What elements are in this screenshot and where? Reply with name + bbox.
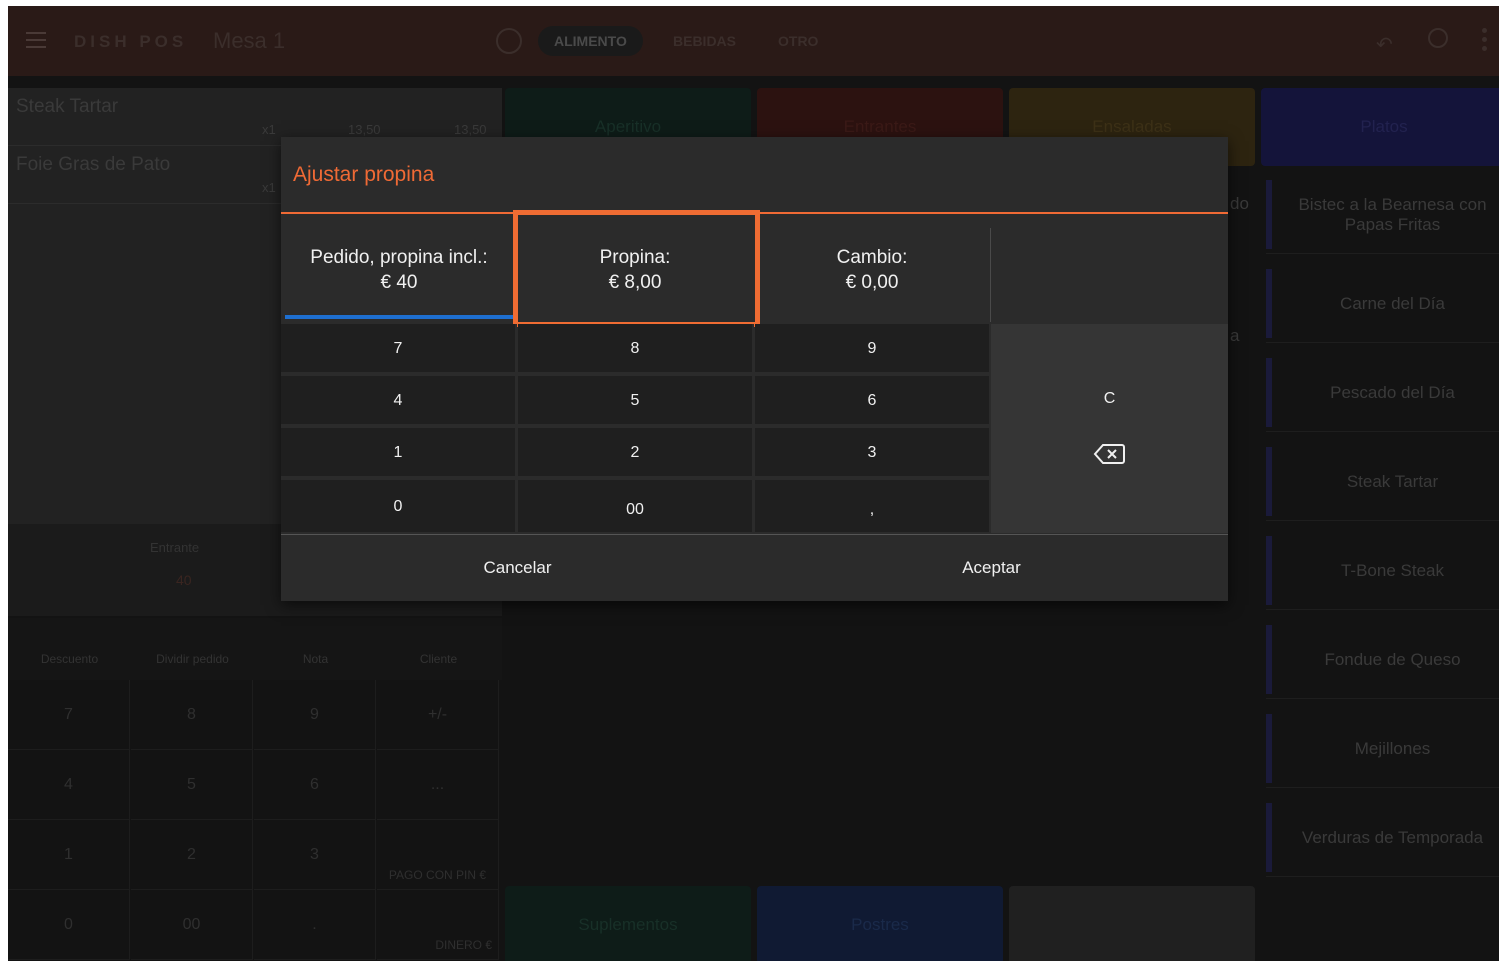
adjust-tip-dialog: Ajustar propina Pedido, propina incl.: €… xyxy=(281,137,1228,601)
customer-button[interactable]: Cliente xyxy=(377,652,500,666)
partial-text: do xyxy=(1230,194,1249,213)
top-bar: DISH POS Mesa 1 ALIMENTO BEBIDAS OTRO ↶ xyxy=(8,6,1499,76)
bg-key[interactable]: 7 xyxy=(8,680,130,750)
tab-alimento[interactable]: ALIMENTO xyxy=(538,26,643,56)
bg-key[interactable]: 0 xyxy=(8,890,130,960)
bg-key[interactable]: 00 xyxy=(131,890,253,960)
keypad-1[interactable]: 1 xyxy=(281,428,517,478)
summary-divider xyxy=(990,228,991,322)
order-total-label: Pedido, propina incl.: xyxy=(310,247,488,268)
tip-highlight-box xyxy=(513,210,760,327)
category-postres[interactable]: Postres xyxy=(757,886,1003,961)
bg-key[interactable]: 4 xyxy=(8,750,130,820)
discount-button[interactable]: Descuento xyxy=(8,652,131,666)
note-button[interactable]: Nota xyxy=(254,652,377,666)
undo-icon[interactable]: ↶ xyxy=(1376,32,1393,57)
bg-key[interactable]: 5 xyxy=(131,750,253,820)
summary-label: Entrante xyxy=(150,540,200,555)
category-platos[interactable]: Platos xyxy=(1261,88,1499,166)
change-label: Cambio: xyxy=(836,247,908,268)
keypad-6[interactable]: 6 xyxy=(755,376,991,426)
order-actions: Descuento Dividir pedido Nota Cliente xyxy=(8,618,502,680)
product-item[interactable]: Bistec a la Bearnesa con Papas Fritas xyxy=(1266,176,1499,254)
tab-otro[interactable]: OTRO xyxy=(778,26,818,56)
keypad-9[interactable]: 9 xyxy=(755,324,991,374)
keypad-7[interactable]: 7 xyxy=(281,324,517,374)
menu-icon[interactable] xyxy=(26,32,46,48)
bg-key[interactable]: 6 xyxy=(254,750,376,820)
pay-pin-button[interactable]: PAGO CON PIN € xyxy=(377,820,499,890)
order-item-total: 13,50 xyxy=(454,122,487,137)
order-total-cell[interactable]: Pedido, propina incl.: € 40 xyxy=(281,227,517,323)
keypad-side-panel: C xyxy=(991,324,1228,533)
order-total-value: € 40 xyxy=(380,272,418,293)
keypad-00[interactable]: 00 xyxy=(518,480,754,534)
bg-key[interactable]: ... xyxy=(377,750,499,820)
bg-key[interactable]: 2 xyxy=(131,820,253,890)
product-item[interactable]: Verduras de Temporada xyxy=(1266,799,1499,877)
bg-key[interactable]: 8 xyxy=(131,680,253,750)
keypad-4[interactable]: 4 xyxy=(281,376,517,426)
backspace-icon[interactable] xyxy=(1093,443,1125,465)
dialog-title: Ajustar propina xyxy=(293,163,435,186)
category-suplementos[interactable]: Suplementos xyxy=(505,886,751,961)
table-name[interactable]: Mesa 1 xyxy=(213,28,285,54)
category-blank[interactable] xyxy=(1009,886,1255,961)
product-item[interactable]: Steak Tartar xyxy=(1266,443,1499,521)
keypad-2[interactable]: 2 xyxy=(518,428,754,478)
split-order-button[interactable]: Dividir pedido xyxy=(131,652,254,666)
product-item[interactable]: T-Bone Steak xyxy=(1266,532,1499,610)
order-item-name: Foie Gras de Pato xyxy=(16,154,171,175)
bg-key[interactable]: +/- xyxy=(377,680,499,750)
app-logo: DISH POS xyxy=(74,32,188,51)
product-item[interactable]: Pescado del Día xyxy=(1266,354,1499,432)
order-item-qty: x1 xyxy=(262,122,276,137)
bg-key[interactable]: 1 xyxy=(8,820,130,890)
clock-icon[interactable] xyxy=(496,28,522,54)
clear-button[interactable]: C xyxy=(991,390,1228,408)
search-icon[interactable] xyxy=(1428,28,1448,48)
bg-key[interactable]: 9 xyxy=(254,680,376,750)
accept-button[interactable]: Aceptar xyxy=(755,535,1228,601)
change-value: € 0,00 xyxy=(845,272,899,293)
bg-key[interactable]: 3 xyxy=(254,820,376,890)
tab-bebidas[interactable]: BEBIDAS xyxy=(673,26,736,56)
keypad-3[interactable]: 3 xyxy=(755,428,991,478)
keypad-8[interactable]: 8 xyxy=(518,324,754,374)
change-cell[interactable]: Cambio: € 0,00 xyxy=(754,227,990,323)
keypad-0[interactable]: 0 xyxy=(281,480,517,534)
cancel-button[interactable]: Cancelar xyxy=(281,535,754,601)
summary-value: 40 xyxy=(176,572,192,588)
pay-cash-button[interactable]: DINERO € xyxy=(377,890,499,960)
keypad-5[interactable]: 5 xyxy=(518,376,754,426)
order-item-qty: x1 xyxy=(262,180,276,195)
product-item[interactable]: Mejillones xyxy=(1266,710,1499,788)
keypad-comma[interactable]: , xyxy=(755,480,991,534)
order-item-price: 13,50 xyxy=(348,122,381,137)
bg-key[interactable]: . xyxy=(254,890,376,960)
more-icon[interactable] xyxy=(1482,28,1488,55)
order-item-name: Steak Tartar xyxy=(16,96,119,117)
background-keypad: 7 8 9 +/- 4 5 6 ... 1 2 3 PAGO CON PIN €… xyxy=(8,680,502,961)
partial-text: a xyxy=(1230,326,1240,345)
product-item[interactable]: Carne del Día xyxy=(1266,265,1499,343)
product-item[interactable]: Fondue de Queso xyxy=(1266,621,1499,699)
